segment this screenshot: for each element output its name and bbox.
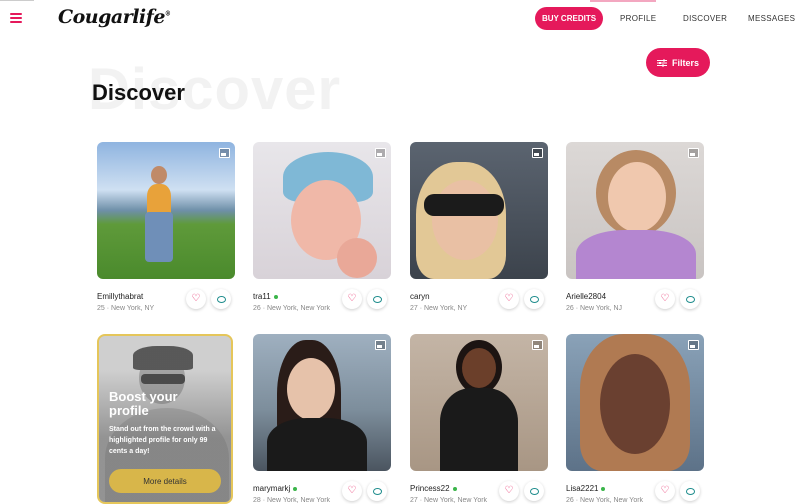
filters-label: Filters <box>671 57 699 68</box>
profile-photo[interactable] <box>253 142 391 279</box>
profile-photo[interactable] <box>566 142 704 279</box>
profile-card[interactable]: Arielle2804 26 · New York, NJ ♡ <box>566 142 704 312</box>
like-button[interactable]: ♡ <box>499 481 519 501</box>
figure-face <box>287 358 335 420</box>
message-button[interactable] <box>680 289 700 309</box>
chat-bubble-icon <box>529 487 539 495</box>
chat-bubble-icon <box>529 295 539 303</box>
profile-card[interactable]: tra11 26 · New York, New York ♡ <box>253 142 391 312</box>
logo[interactable]: Cougarlife® <box>58 6 171 28</box>
online-indicator <box>452 486 457 491</box>
profile-name: Arielle2804 <box>566 292 607 301</box>
heart-icon: ♡ <box>660 485 670 496</box>
nav-messages[interactable]: MESSAGES <box>748 14 795 23</box>
figure-top <box>440 388 518 471</box>
profile-meta: 26 · New York, New York <box>253 305 331 312</box>
boost-title: Boost your profile <box>109 389 178 418</box>
message-button[interactable] <box>524 481 544 501</box>
filters-button[interactable]: Filters <box>646 48 710 77</box>
profile-name: tra11 <box>253 292 278 301</box>
profile-card[interactable]: Lisa2221 26 · New York, New York ♡ <box>566 334 704 504</box>
heart-icon: ♡ <box>191 293 201 304</box>
boost-card[interactable]: Boost your profile Stand out from the cr… <box>97 334 233 504</box>
profile-meta: 27 · New York, New York <box>410 497 488 504</box>
like-button[interactable]: ♡ <box>186 289 206 309</box>
gallery-icon <box>375 148 386 158</box>
profile-name: Princess22 <box>410 484 457 493</box>
gallery-icon <box>688 148 699 158</box>
online-indicator <box>601 486 606 491</box>
gallery-icon <box>375 340 386 350</box>
online-indicator <box>293 486 298 491</box>
like-button[interactable]: ♡ <box>342 289 362 309</box>
boost-text: Stand out from the crowd with a highligh… <box>109 426 216 455</box>
message-button[interactable] <box>367 289 387 309</box>
profile-name: Lisa2221 <box>566 484 606 493</box>
profile-photo[interactable] <box>410 334 548 471</box>
figure-face <box>462 348 496 388</box>
profile-name: marymarkj <box>253 484 298 493</box>
like-button[interactable]: ♡ <box>342 481 362 501</box>
profile-meta: 25 · New York, NY <box>97 305 155 312</box>
profile-photo[interactable] <box>566 334 704 471</box>
message-button[interactable] <box>367 481 387 501</box>
gallery-icon <box>219 148 230 158</box>
figure-top <box>576 230 696 279</box>
profile-name: Emillythabrat <box>97 292 144 301</box>
heart-icon: ♡ <box>504 485 514 496</box>
profile-card[interactable]: Princess22 27 · New York, New York ♡ <box>410 334 548 504</box>
chat-bubble-icon <box>372 487 382 495</box>
figure-face <box>600 354 670 454</box>
heart-icon: ♡ <box>660 293 670 304</box>
online-indicator <box>273 294 278 299</box>
like-button[interactable]: ♡ <box>655 481 675 501</box>
gallery-icon <box>688 340 699 350</box>
profile-photo[interactable] <box>253 334 391 471</box>
figure-top <box>147 184 171 214</box>
profile-card[interactable]: marymarkj 28 · New York, New York ♡ <box>253 334 391 504</box>
message-button[interactable] <box>680 481 700 501</box>
profile-meta: 26 · New York, NJ <box>566 305 623 312</box>
profile-meta: 27 · New York, NY <box>410 305 468 312</box>
profile-meta: 28 · New York, New York <box>253 497 331 504</box>
hamburger-icon[interactable] <box>10 13 22 23</box>
more-details-button[interactable]: More details <box>109 469 221 493</box>
figure-face <box>432 180 498 260</box>
heart-icon: ♡ <box>504 293 514 304</box>
heart-icon: ♡ <box>347 293 357 304</box>
message-button[interactable] <box>211 289 231 309</box>
profile-name: caryn <box>410 292 430 301</box>
profile-photo[interactable] <box>410 142 548 279</box>
profile-card[interactable]: Emillythabrat 25 · New York, NY ♡ <box>97 142 235 312</box>
nav-discover[interactable]: DISCOVER <box>683 14 727 23</box>
like-button[interactable]: ♡ <box>499 289 519 309</box>
figure-arm <box>337 238 377 278</box>
top-bar: Cougarlife® BUY CREDITS PROFILE DISCOVER… <box>0 0 800 40</box>
nav-profile[interactable]: PROFILE <box>620 14 656 23</box>
top-divider <box>0 0 34 1</box>
page-title: Discover <box>92 80 185 105</box>
message-button[interactable] <box>524 289 544 309</box>
heart-icon: ♡ <box>347 485 357 496</box>
figure-face <box>608 162 666 232</box>
like-button[interactable]: ♡ <box>655 289 675 309</box>
active-indicator <box>590 0 656 2</box>
figure-sunglasses <box>424 194 504 216</box>
profile-card[interactable]: caryn 27 · New York, NY ♡ <box>410 142 548 312</box>
gallery-icon <box>532 340 543 350</box>
profile-meta: 26 · New York, New York <box>566 497 644 504</box>
profile-photo[interactable] <box>97 142 235 279</box>
chat-bubble-icon <box>372 295 382 303</box>
buy-credits-button[interactable]: BUY CREDITS <box>535 7 603 30</box>
figure-jeans <box>145 212 173 262</box>
figure-head <box>151 166 167 184</box>
gallery-icon <box>532 148 543 158</box>
chat-bubble-icon <box>685 487 695 495</box>
chat-bubble-icon <box>216 295 226 303</box>
chat-bubble-icon <box>685 295 695 303</box>
sliders-icon <box>656 59 667 66</box>
figure-top <box>267 418 367 471</box>
